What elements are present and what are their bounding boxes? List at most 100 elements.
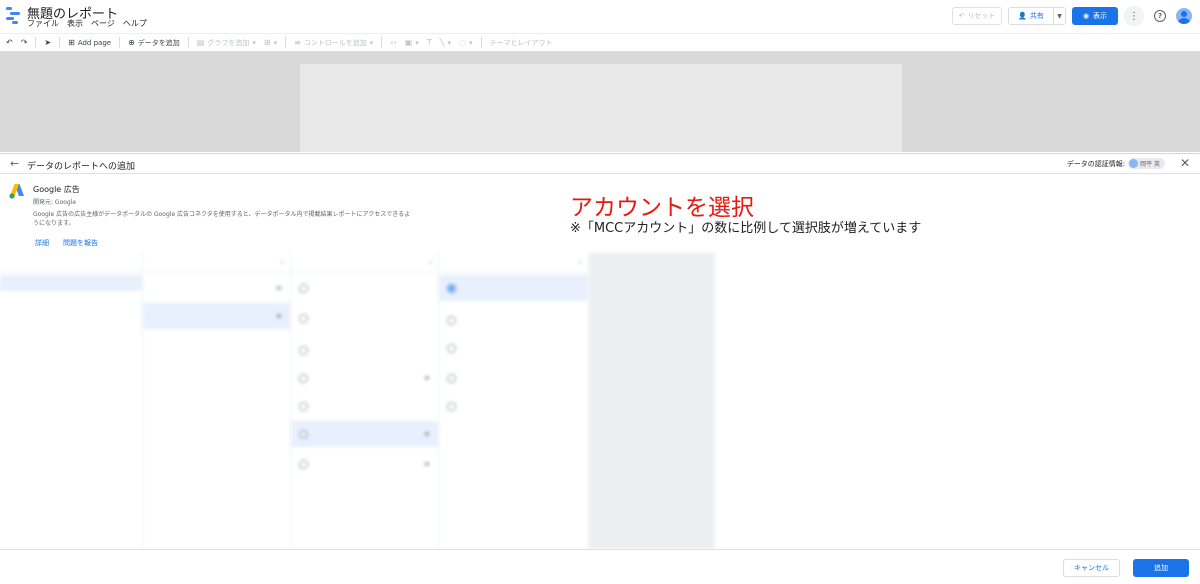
radio-button[interactable] — [299, 283, 308, 293]
menu-view[interactable]: 表示 — [67, 18, 83, 29]
insert-image-button[interactable]: ▣ ▾ — [405, 38, 419, 47]
add-page-icon: ⊞ — [68, 38, 75, 47]
radio-button[interactable] — [299, 401, 308, 411]
chevron-down-icon: ▾ — [252, 38, 256, 47]
chevron-down-icon: ▾ — [273, 38, 278, 47]
add-page-label: Add page — [77, 38, 112, 47]
radio-button[interactable] — [447, 401, 456, 411]
add-chart-button[interactable]: ▤ グラフを追加 ▾ — [197, 38, 256, 48]
help-icon[interactable]: ? — [1154, 10, 1166, 22]
avatar[interactable] — [1176, 8, 1192, 24]
report-canvas — [0, 52, 1200, 152]
header-actions: ↶ リセット 👤 共有 ▼ ◉ 表示 ⋮ ? — [952, 6, 1192, 26]
list-item[interactable] — [291, 275, 438, 301]
chevron-down-icon: ▾ — [447, 38, 452, 47]
menu-file[interactable]: ファイル — [27, 18, 59, 29]
radio-button[interactable] — [299, 459, 308, 469]
select-tool-button[interactable]: ➤ — [44, 38, 51, 47]
google-ads-logo-icon — [9, 184, 24, 199]
chevron-right-icon: ≡ — [276, 312, 282, 320]
radio-button[interactable] — [447, 343, 456, 353]
redo-icon: ↷ — [20, 38, 28, 47]
connector-developer: 開発元: Google — [33, 199, 77, 206]
settings-item — [589, 293, 715, 311]
cancel-button[interactable]: キャンセル — [1063, 559, 1120, 577]
add-page-button[interactable]: ⊞ Add page — [68, 38, 111, 47]
toolbar-divider — [285, 37, 287, 48]
list-item[interactable] — [0, 275, 142, 291]
back-arrow-icon[interactable]: ← — [10, 157, 19, 170]
embed-code-button[interactable]: ‹› — [390, 38, 396, 47]
report-issue-link[interactable]: 問題を報告 — [63, 238, 98, 248]
share-button[interactable]: 👤 共有 — [1009, 8, 1053, 24]
radio-button[interactable] — [299, 345, 308, 355]
report-page[interactable] — [300, 64, 902, 152]
list-item[interactable] — [439, 365, 588, 391]
list-item[interactable]: ≡ — [291, 421, 438, 447]
search-icon[interactable]: ⌕ — [429, 259, 432, 267]
toolbar: ↶ ↷ ➤ ⊞ Add page ⊕ データを追加 ▤ グラフを追加 ▾ ⊞ ▾… — [0, 33, 1200, 52]
undo-button[interactable]: ↶ — [6, 38, 13, 47]
list-item[interactable]: ≡ — [143, 303, 290, 329]
insert-line-button[interactable]: ╲ ▾ — [440, 38, 451, 47]
redo-button[interactable]: ↷ — [21, 38, 28, 47]
insert-shape-button[interactable]: ◌ ▾ — [459, 38, 473, 47]
insert-text-button[interactable]: T — [427, 38, 432, 47]
search-icon[interactable]: ⌕ — [579, 259, 582, 267]
list-item[interactable] — [439, 393, 588, 419]
annotation-note: ※「MCCアカウント」の数に比例して選択肢が増えています — [570, 221, 922, 236]
details-link[interactable]: 詳細 — [35, 238, 49, 248]
toolbar-divider — [35, 37, 37, 48]
radio-button[interactable] — [299, 373, 308, 383]
chevron-down-icon: ▾ — [469, 38, 473, 47]
add-data-label: データを追加 — [137, 38, 180, 47]
menu-bar: ファイル 表示 ページ ヘルプ — [27, 18, 147, 29]
column-header: ⌕ — [291, 253, 438, 273]
list-item[interactable]: ≡ — [143, 275, 290, 301]
radio-button[interactable] — [447, 315, 456, 325]
list-item[interactable] — [291, 305, 438, 331]
code-icon: ‹› — [390, 38, 397, 47]
list-item[interactable] — [439, 307, 588, 333]
credentials-label: データの認証情報: — [1066, 159, 1126, 168]
column-accounts: ⌕ — [439, 253, 589, 549]
add-chart-label: グラフを追加 — [207, 38, 250, 47]
list-item[interactable]: ≡ — [291, 451, 438, 477]
reset-button[interactable]: ↶ リセット — [952, 7, 1002, 25]
list-item[interactable] — [291, 393, 438, 419]
radio-button[interactable] — [299, 429, 308, 439]
add-button[interactable]: 追加 — [1133, 559, 1189, 577]
radio-button[interactable] — [447, 283, 456, 293]
menu-page[interactable]: ページ — [91, 18, 115, 29]
share-button-group: 👤 共有 ▼ — [1008, 7, 1066, 25]
menu-help[interactable]: ヘルプ — [123, 18, 147, 29]
close-icon[interactable]: ✕ — [1180, 156, 1190, 170]
data-studio-logo-icon[interactable] — [6, 6, 20, 24]
panel-header: ← データのレポートへの追加 データの認証情報: 岡平 英 ✕ — [0, 154, 1200, 174]
view-button[interactable]: ◉ 表示 — [1072, 7, 1118, 25]
theme-layout-button[interactable]: テーマとレイアウト — [490, 38, 553, 48]
list-item[interactable] — [439, 335, 588, 361]
settings-item[interactable] — [589, 335, 715, 353]
radio-button[interactable] — [447, 373, 456, 383]
list-item[interactable]: ≡ — [291, 365, 438, 391]
add-data-button[interactable]: ⊕ データを追加 — [128, 38, 180, 48]
column-header: ⌕ — [143, 253, 290, 273]
app-header: 無題のレポート ファイル 表示 ページ ヘルプ ↶ リセット 👤 共有 ▼ ◉ … — [0, 0, 1200, 33]
add-control-button[interactable]: ≡ コントロールを追加 ▾ — [294, 38, 373, 48]
panel-title: データのレポートへの追加 — [27, 162, 136, 172]
add-data-icon: ⊕ — [128, 38, 135, 47]
eye-icon: ◉ — [1082, 12, 1090, 20]
search-icon[interactable]: ⌕ — [281, 259, 284, 267]
credentials-chip[interactable]: 岡平 英 — [1128, 158, 1165, 169]
chart-icon: ▤ — [196, 38, 205, 47]
community-viz-button[interactable]: ⊞ ▾ — [264, 38, 277, 47]
more-vertical-icon: ⋮ — [1129, 10, 1139, 22]
theme-layout-label: テーマとレイアウト — [489, 38, 553, 47]
view-label: 表示 — [1093, 12, 1108, 20]
list-item[interactable] — [439, 275, 588, 301]
share-dropdown-button[interactable]: ▼ — [1053, 8, 1065, 24]
more-options-button[interactable]: ⋮ — [1124, 6, 1144, 26]
list-item[interactable] — [291, 337, 438, 363]
radio-button[interactable] — [299, 313, 308, 323]
